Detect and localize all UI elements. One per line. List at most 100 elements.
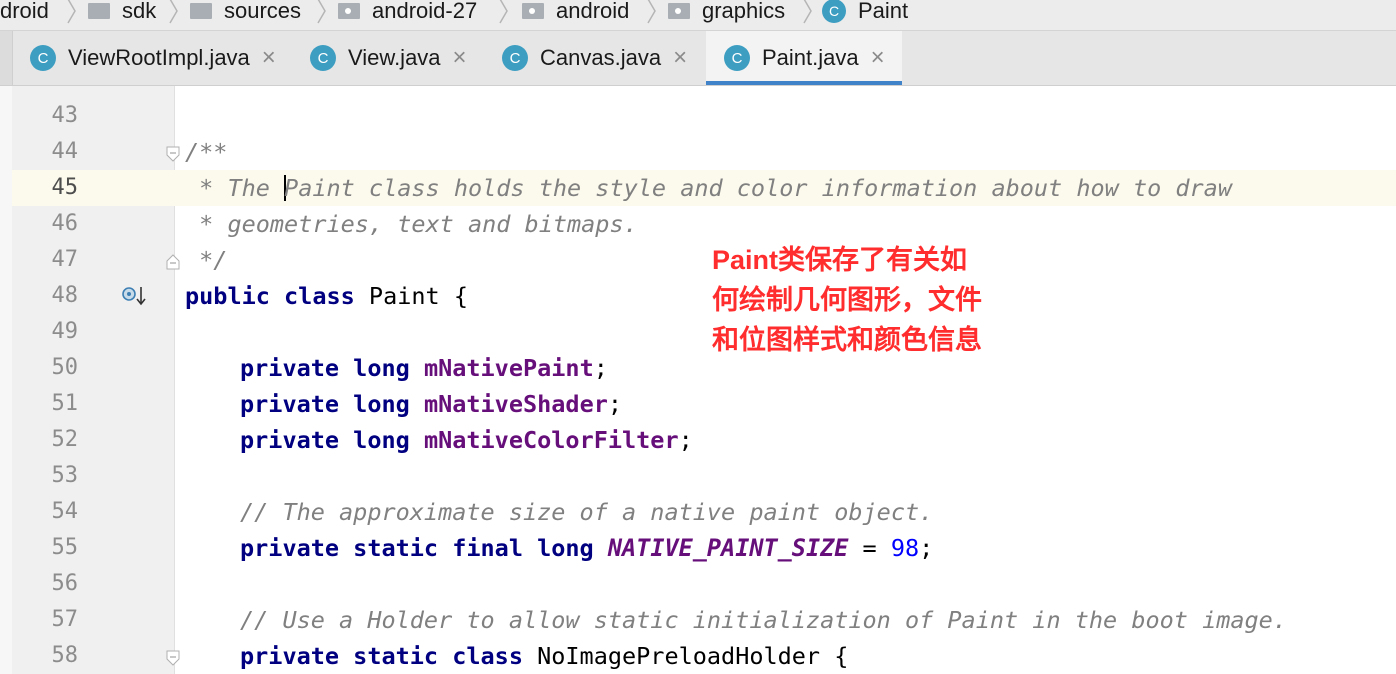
code-line-42[interactable]: import ... xyxy=(185,62,355,98)
class-icon: C xyxy=(30,45,56,71)
breadcrumb-item-graphics[interactable]: graphics xyxy=(668,0,785,26)
line-number: 56 xyxy=(51,571,79,596)
breadcrumb: droid sdk sources android-27 android gra… xyxy=(0,0,1396,31)
fold-open-icon[interactable] xyxy=(166,146,180,162)
line-number: 51 xyxy=(51,391,79,416)
line-number: 50 xyxy=(51,355,79,380)
breadcrumb-separator-icon xyxy=(647,0,656,24)
code-keyword: private long xyxy=(240,426,410,454)
code-constant: NATIVE_PAINT_SIZE xyxy=(607,534,849,562)
breadcrumb-separator-icon xyxy=(803,0,812,24)
code-text: // The approximate size of a native pain… xyxy=(240,498,934,526)
code-line-48[interactable]: public class Paint { xyxy=(185,278,468,314)
annotation-line: 何绘制几何图形，文件 xyxy=(712,285,982,315)
code-line-58[interactable]: private static class NoImagePreloadHolde… xyxy=(240,638,848,674)
code-text: = xyxy=(848,534,891,562)
tab-paint-java[interactable]: C Paint.java × xyxy=(706,31,902,85)
code-keyword: public class xyxy=(185,282,355,310)
code-line-44[interactable]: /** xyxy=(185,134,227,170)
package-icon xyxy=(338,3,360,19)
code-text: * The xyxy=(185,174,285,202)
package-icon xyxy=(668,3,690,19)
breadcrumb-separator-icon xyxy=(169,0,178,24)
line-number: 43 xyxy=(51,103,79,128)
code-line-45[interactable]: * The Paint class holds the style and co… xyxy=(185,170,1232,206)
code-text: ; xyxy=(919,534,934,562)
line-number: 55 xyxy=(51,535,79,560)
code-line-55[interactable]: private static final long NATIVE_PAINT_S… xyxy=(240,530,933,566)
tab-bar-edge xyxy=(0,31,13,85)
implemented-by-icon[interactable] xyxy=(120,284,150,308)
breadcrumb-item-sdk[interactable]: sdk xyxy=(88,0,156,26)
breadcrumb-item-android-27[interactable]: android-27 xyxy=(338,0,477,26)
breadcrumb-label: sdk xyxy=(122,0,157,23)
breadcrumb-separator-icon xyxy=(67,0,76,24)
close-icon[interactable]: × xyxy=(871,44,885,72)
line-number: 46 xyxy=(51,211,79,236)
code-keyword: private static class xyxy=(240,642,523,670)
breadcrumb-separator-icon xyxy=(499,0,508,24)
close-icon[interactable]: × xyxy=(453,44,467,72)
code-keyword: private long xyxy=(240,390,410,418)
breadcrumb-separator-icon xyxy=(317,0,326,24)
code-text: /** xyxy=(185,138,228,166)
fold-open-icon[interactable] xyxy=(166,650,180,666)
tab-label: Canvas.java xyxy=(540,45,662,70)
class-icon: C xyxy=(822,0,846,23)
breadcrumb-item-droid[interactable]: droid xyxy=(0,0,49,26)
class-icon: C xyxy=(724,45,750,71)
breadcrumb-label: android xyxy=(556,0,630,23)
folder-icon xyxy=(88,3,110,19)
code-keyword: private long xyxy=(240,354,410,382)
code-keyword: private static final long xyxy=(240,534,594,562)
breadcrumb-label: android-27 xyxy=(372,0,478,23)
breadcrumb-item-paint[interactable]: C Paint xyxy=(822,0,908,26)
code-text: ; xyxy=(678,426,693,454)
fold-end-icon[interactable] xyxy=(166,254,180,270)
line-number: 49 xyxy=(51,319,79,344)
tab-canvas-java[interactable]: C Canvas.java × xyxy=(502,31,687,85)
code-field: mNativePaint xyxy=(423,354,594,382)
code-number: 98 xyxy=(890,534,920,562)
code-text: Paint { xyxy=(354,282,468,310)
line-number: 54 xyxy=(51,499,79,524)
line-number: 44 xyxy=(51,139,79,164)
breadcrumb-item-android[interactable]: android xyxy=(522,0,629,26)
tab-label: View.java xyxy=(348,45,441,70)
annotation-line: Paint类保存了有关如 xyxy=(712,245,968,275)
tab-label: Paint.java xyxy=(762,45,859,70)
annotation-line: 和位图样式和颜色信息 xyxy=(712,325,982,355)
code-field: mNativeShader xyxy=(423,390,608,418)
code-text: * geometries, text and bitmaps. xyxy=(185,210,638,238)
breadcrumb-item-sources[interactable]: sources xyxy=(190,0,301,26)
breadcrumb-label: sources xyxy=(224,0,302,23)
close-icon[interactable]: × xyxy=(673,44,687,72)
code-line-54[interactable]: // The approximate size of a native pain… xyxy=(240,494,933,530)
line-number: 48 xyxy=(51,283,79,308)
line-number: 53 xyxy=(51,463,79,488)
code-line-57[interactable]: // Use a Holder to allow static initiali… xyxy=(240,602,1287,638)
code-line-51[interactable]: private long mNativeShader; xyxy=(240,386,622,422)
code-text: Paint class holds the style and color in… xyxy=(284,174,1232,202)
code-text: ; xyxy=(607,390,623,418)
breadcrumb-label: graphics xyxy=(702,0,786,23)
code-text: NoImagePreloadHolder { xyxy=(522,642,849,670)
code-line-52[interactable]: private long mNativeColorFilter; xyxy=(240,422,693,458)
breadcrumb-label: droid xyxy=(0,0,49,23)
code-line-47[interactable]: */ xyxy=(185,242,227,278)
class-icon: C xyxy=(502,45,528,71)
line-number: 47 xyxy=(51,247,79,272)
package-icon xyxy=(522,3,544,19)
code-line-50[interactable]: private long mNativePaint; xyxy=(240,350,608,386)
line-number: 58 xyxy=(51,643,79,668)
code-line-46[interactable]: * geometries, text and bitmaps. xyxy=(185,206,638,242)
annotation-note: Paint类保存了有关如 何绘制几何图形，文件 和位图样式和颜色信息 xyxy=(712,240,982,360)
line-number: 57 xyxy=(51,607,79,632)
code-text: // Use a Holder to allow static initiali… xyxy=(240,606,1287,634)
line-number: 45 xyxy=(51,175,79,200)
breadcrumb-label: Paint xyxy=(858,0,909,23)
code-text: ; xyxy=(593,354,608,382)
code-text: */ xyxy=(185,246,228,274)
folder-icon xyxy=(190,3,212,19)
line-number: 52 xyxy=(51,427,79,452)
